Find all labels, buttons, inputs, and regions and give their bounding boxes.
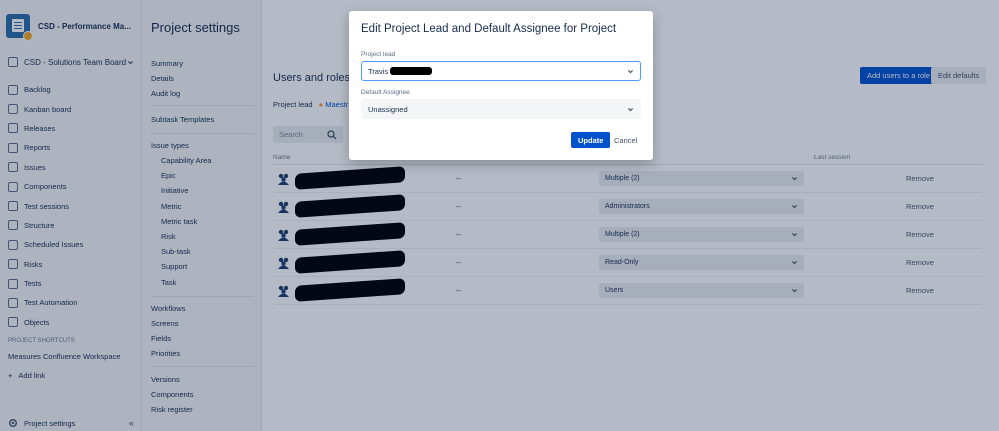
dialog-title: Edit Project Lead and Default Assignee f…	[361, 23, 617, 35]
default-assignee-value: Unassigned	[368, 104, 408, 114]
project-lead-field-label: Project lead	[361, 51, 396, 58]
chevron-down-icon	[628, 107, 633, 111]
cancel-button[interactable]: Cancel	[611, 132, 640, 148]
default-assignee-select[interactable]: Unassigned	[361, 99, 641, 119]
default-assignee-field-label: Default Assignee	[361, 89, 410, 96]
redaction-bar	[390, 67, 433, 75]
chevron-down-icon	[628, 69, 633, 73]
project-lead-select[interactable]: Travis	[361, 61, 641, 81]
update-button[interactable]: Update	[571, 132, 611, 148]
project-lead-value: Travis	[368, 66, 389, 76]
edit-lead-dialog: Edit Project Lead and Default Assignee f…	[349, 11, 653, 160]
